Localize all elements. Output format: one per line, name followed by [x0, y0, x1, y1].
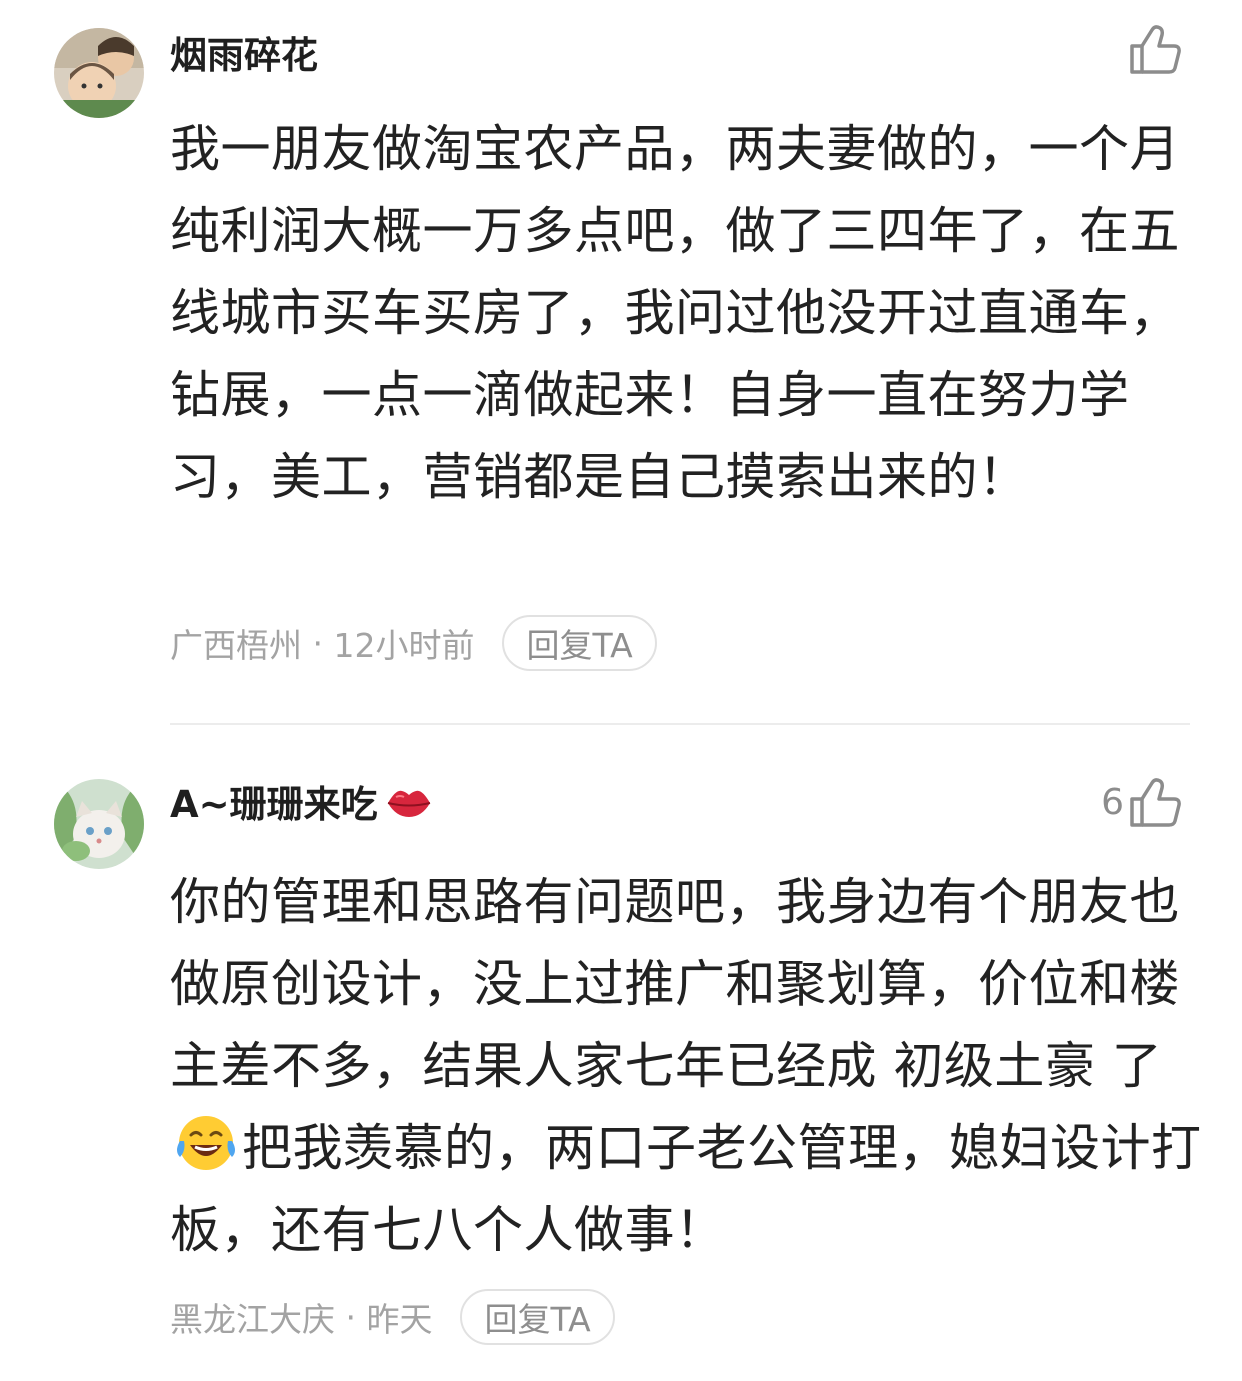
comment-meta: 黑龙江大庆 · 昨天 回复TA	[170, 1288, 615, 1346]
comment-text-part: 把我羡慕的，两口子老公管理，媳妇设计打板，还有七八个人做事！	[170, 1119, 1202, 1259]
comment-body: 我一朋友做淘宝农产品，两夫妻做的，一个月纯利润大概一万多点吧，做了三四年了，在五…	[170, 120, 1180, 506]
avatar[interactable]	[54, 779, 144, 869]
reply-button[interactable]: 回复TA	[502, 615, 657, 671]
reply-button[interactable]: 回复TA	[460, 1289, 615, 1345]
username-row: A~珊珊来吃	[170, 781, 432, 829]
timestamp: 12小时前	[333, 626, 475, 665]
username[interactable]: A~珊珊来吃	[170, 783, 378, 826]
meta-separator: ·	[302, 623, 334, 663]
comment-text-part: 你的管理和思路有问题吧，我身边有个朋友也做原创设计，没上过推广和聚划算，价位和楼…	[170, 873, 1180, 1095]
timestamp: 昨天	[366, 1300, 433, 1339]
tears-of-joy-emoji	[177, 1116, 235, 1170]
like-count: 6	[1101, 782, 1124, 823]
comment-body: 你的管理和思路有问题吧，我身边有个朋友也做原创设计，没上过推广和聚划算，价位和楼…	[170, 861, 1210, 1271]
comment-item: A~珊珊来吃 6 你的管理和思路有问题吧，我身边有个朋友也做原创设计，没上过推广…	[0, 725, 1242, 1381]
thumbs-up-icon	[1130, 25, 1181, 74]
username[interactable]: 烟雨碎花	[170, 32, 318, 80]
avatar[interactable]	[54, 28, 144, 118]
comment-item: 烟雨碎花 我一朋友做淘宝农产品，两夫妻做的，一个月纯利润大概一万多点吧，做了三四…	[0, 0, 1242, 723]
comment-meta: 广西梧州 · 12小时前 回复TA	[170, 614, 657, 672]
like-button[interactable]	[1124, 22, 1182, 78]
thumbs-up-icon	[1130, 778, 1181, 827]
meta-separator: ·	[335, 1297, 367, 1337]
like-button[interactable]: 6	[1101, 775, 1182, 831]
kiss-lips-emoji	[387, 790, 430, 817]
location: 黑龙江大庆	[170, 1300, 335, 1339]
location: 广西梧州	[170, 626, 302, 665]
